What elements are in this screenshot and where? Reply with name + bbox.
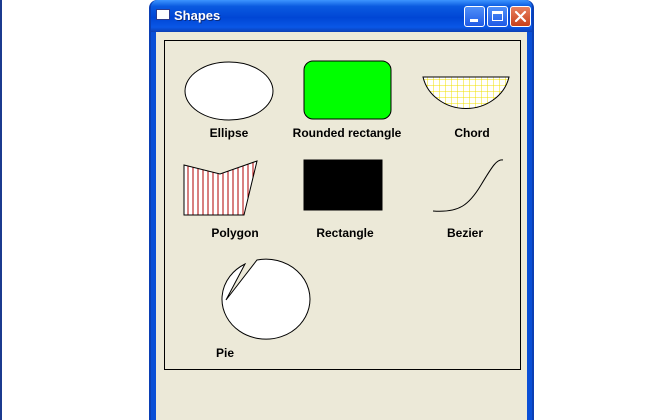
close-button[interactable] xyxy=(510,6,531,27)
chord-shape xyxy=(422,76,510,110)
chord-label: Chord xyxy=(454,126,490,140)
title-bar[interactable]: Shapes xyxy=(151,0,532,32)
shapes-window: Shapes Ellipse Rounded rectangle Chord P… xyxy=(149,0,534,420)
window-icon[interactable] xyxy=(156,9,170,20)
maximize-button[interactable] xyxy=(487,6,508,27)
rounded-rectangle-shape xyxy=(303,60,392,120)
ellipse-label: Ellipse xyxy=(209,126,249,140)
ellipse-shape xyxy=(184,61,274,121)
rectangle-shape xyxy=(303,159,383,211)
pie-shape xyxy=(221,258,311,340)
close-icon xyxy=(514,10,527,23)
pie-label: Pie xyxy=(215,346,234,360)
desktop-edge xyxy=(0,0,2,420)
minimize-button[interactable] xyxy=(464,6,485,27)
rounded-rectangle-label: Rounded rectangle xyxy=(292,126,402,140)
bezier-label: Bezier xyxy=(446,226,484,240)
rectangle-label: Rectangle xyxy=(316,226,374,240)
bezier-curve xyxy=(432,159,504,212)
window-title: Shapes xyxy=(174,8,221,23)
polygon-label: Polygon xyxy=(211,226,259,240)
polygon-shape xyxy=(183,160,258,216)
client-area: Ellipse Rounded rectangle Chord Polygon … xyxy=(156,32,527,420)
minimize-icon xyxy=(470,19,478,22)
maximize-icon xyxy=(492,11,503,21)
drawing-canvas: Ellipse Rounded rectangle Chord Polygon … xyxy=(164,40,521,370)
